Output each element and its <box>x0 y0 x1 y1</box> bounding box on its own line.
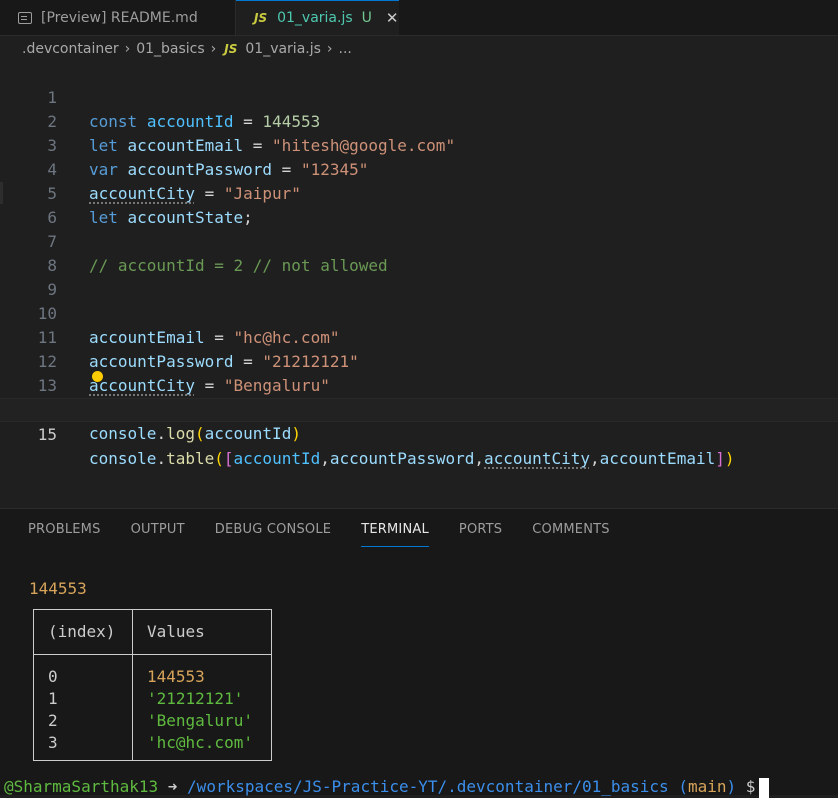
terminal-cursor <box>759 777 770 798</box>
dot: . <box>156 424 167 443</box>
breadcrumb-item-basics[interactable]: 01_basics <box>136 41 204 57</box>
javascript-file-icon: JS <box>224 42 238 56</box>
dot: . <box>156 449 167 468</box>
identifier: accountCity <box>484 449 590 468</box>
code-line[interactable]: 7 // accountId = 2 // not allowed <box>0 206 838 275</box>
breadcrumb-item-file[interactable]: 01_varia.js <box>245 41 321 57</box>
table-header-index: (index) <box>33 609 133 655</box>
tab-debug-console[interactable]: DEBUG CONSOLE <box>215 520 331 546</box>
identifier: console <box>89 449 157 468</box>
tab-label: [Preview] README.md <box>41 9 198 26</box>
identifier: console <box>89 424 157 443</box>
tab-output[interactable]: OUTPUT <box>131 520 185 546</box>
tab-ports[interactable]: PORTS <box>459 520 502 546</box>
code-line[interactable]: 14 console.log(accountId) <box>0 374 838 443</box>
breadcrumb-item-devcontainer[interactable]: .devcontainer <box>22 41 119 57</box>
identifier: accountId <box>204 424 292 443</box>
table-cell: 144553 <box>147 667 205 686</box>
code-line[interactable]: 1 const accountId = 144553 <box>0 62 838 131</box>
table-cell: 0 <box>48 667 58 686</box>
javascript-file-icon: JS <box>254 11 268 25</box>
prompt-symbol: $ <box>745 777 756 796</box>
close-icon[interactable]: ✕ <box>386 9 399 27</box>
editor-tab-bar: [Preview] README.md JS 01_varia.js U ✕ <box>0 0 838 36</box>
bracket: ) <box>291 424 301 443</box>
bottom-panel: PROBLEMS OUTPUT DEBUG CONSOLE TERMINAL P… <box>0 508 838 798</box>
code-line[interactable]: 5 let accountState; <box>0 158 838 227</box>
function-name: log <box>166 424 195 443</box>
code-line[interactable]: 2 let accountEmail = "hitesh@google.com" <box>0 86 838 155</box>
code-line[interactable]: 3 var accountPassword = "12345" <box>0 110 838 179</box>
identifier: accountId <box>233 449 321 468</box>
comma: , <box>320 449 330 468</box>
panel-tabs: PROBLEMS OUTPUT DEBUG CONSOLE TERMINAL P… <box>28 520 640 547</box>
bracket: ] <box>715 449 725 468</box>
code-line[interactable]: 6 <box>0 182 838 227</box>
prompt-branch-paren: ) <box>726 777 737 796</box>
bracket: [ <box>223 449 234 468</box>
tab-readme-preview[interactable]: [Preview] README.md <box>0 0 236 35</box>
identifier: accountEmail <box>599 449 716 468</box>
terminal-prompt[interactable]: @SharmaSarthak13 ➜ /workspaces/JS-Practi… <box>4 777 770 798</box>
table-cell: 'hc@hc.com' <box>147 733 253 752</box>
bracket: ( <box>214 449 224 468</box>
prompt-user: @SharmaSarthak13 <box>4 777 159 796</box>
table-cell: 3 <box>48 733 58 752</box>
table-cell: 'Bengaluru' <box>147 711 253 730</box>
chevron-right-icon: › <box>210 41 217 57</box>
tab-problems[interactable]: PROBLEMS <box>28 520 101 546</box>
code-line-current[interactable]: 15 console.table([accountId,accountPassw… <box>0 398 838 468</box>
code-line[interactable]: 10 accountEmail = "hc@hc.com" <box>0 278 838 347</box>
comma: , <box>589 449 600 468</box>
chevron-right-icon: › <box>326 41 333 57</box>
index-column: 0 1 2 3 <box>33 654 133 761</box>
tab-01-varia-js[interactable]: JS 01_varia.js U ✕ <box>236 0 399 35</box>
tab-terminal[interactable]: TERMINAL <box>361 520 429 547</box>
bracket: ( <box>194 424 205 443</box>
function-name: table <box>166 449 215 468</box>
breadcrumb-item-symbols[interactable]: ... <box>339 41 352 57</box>
prompt-branch: main <box>687 777 727 796</box>
table-cell: 1 <box>48 689 58 708</box>
breadcrumb: .devcontainer › 01_basics › JS 01_varia.… <box>22 38 352 60</box>
code-line[interactable]: 12 accountCity = "Bengaluru" <box>0 326 838 395</box>
code-line[interactable]: 11 accountPassword = "21212121" <box>0 302 838 371</box>
identifier: accountPassword <box>329 449 475 468</box>
table-header-values: Values <box>132 609 272 655</box>
code-line[interactable]: 9 <box>0 254 838 299</box>
bracket: ) <box>724 449 735 468</box>
code-line[interactable]: 4 accountCity = "Jaipur" <box>0 134 838 203</box>
lightbulb-icon[interactable] <box>92 371 103 382</box>
values-column: 144553 '21212121' 'Bengaluru' 'hc@hc.com… <box>132 654 272 761</box>
prompt-branch-paren: ( <box>678 777 688 796</box>
arrow-icon: ➜ <box>167 777 178 796</box>
line-number: 15 <box>37 425 57 444</box>
code-line[interactable]: 8 <box>0 230 838 275</box>
table-cell: '21212121' <box>147 689 244 708</box>
tab-label: 01_varia.js <box>277 10 353 26</box>
tab-comments[interactable]: COMMENTS <box>532 520 609 546</box>
code-editor[interactable]: 1 const accountId = 144553 2 let account… <box>0 62 838 502</box>
untracked-status-badge: U <box>361 10 372 26</box>
preview-icon <box>18 11 32 24</box>
prompt-path: /workspaces/JS-Practice-YT/.devcontainer… <box>187 777 669 796</box>
code-line[interactable]: 13 <box>0 350 838 395</box>
chevron-right-icon: › <box>124 41 131 57</box>
table-cell: 2 <box>48 711 58 730</box>
console-log-output: 144553 <box>29 579 87 598</box>
console-table: (index) Values 0 1 2 3 144553 '21212121'… <box>33 609 272 761</box>
comma: , <box>474 449 485 468</box>
